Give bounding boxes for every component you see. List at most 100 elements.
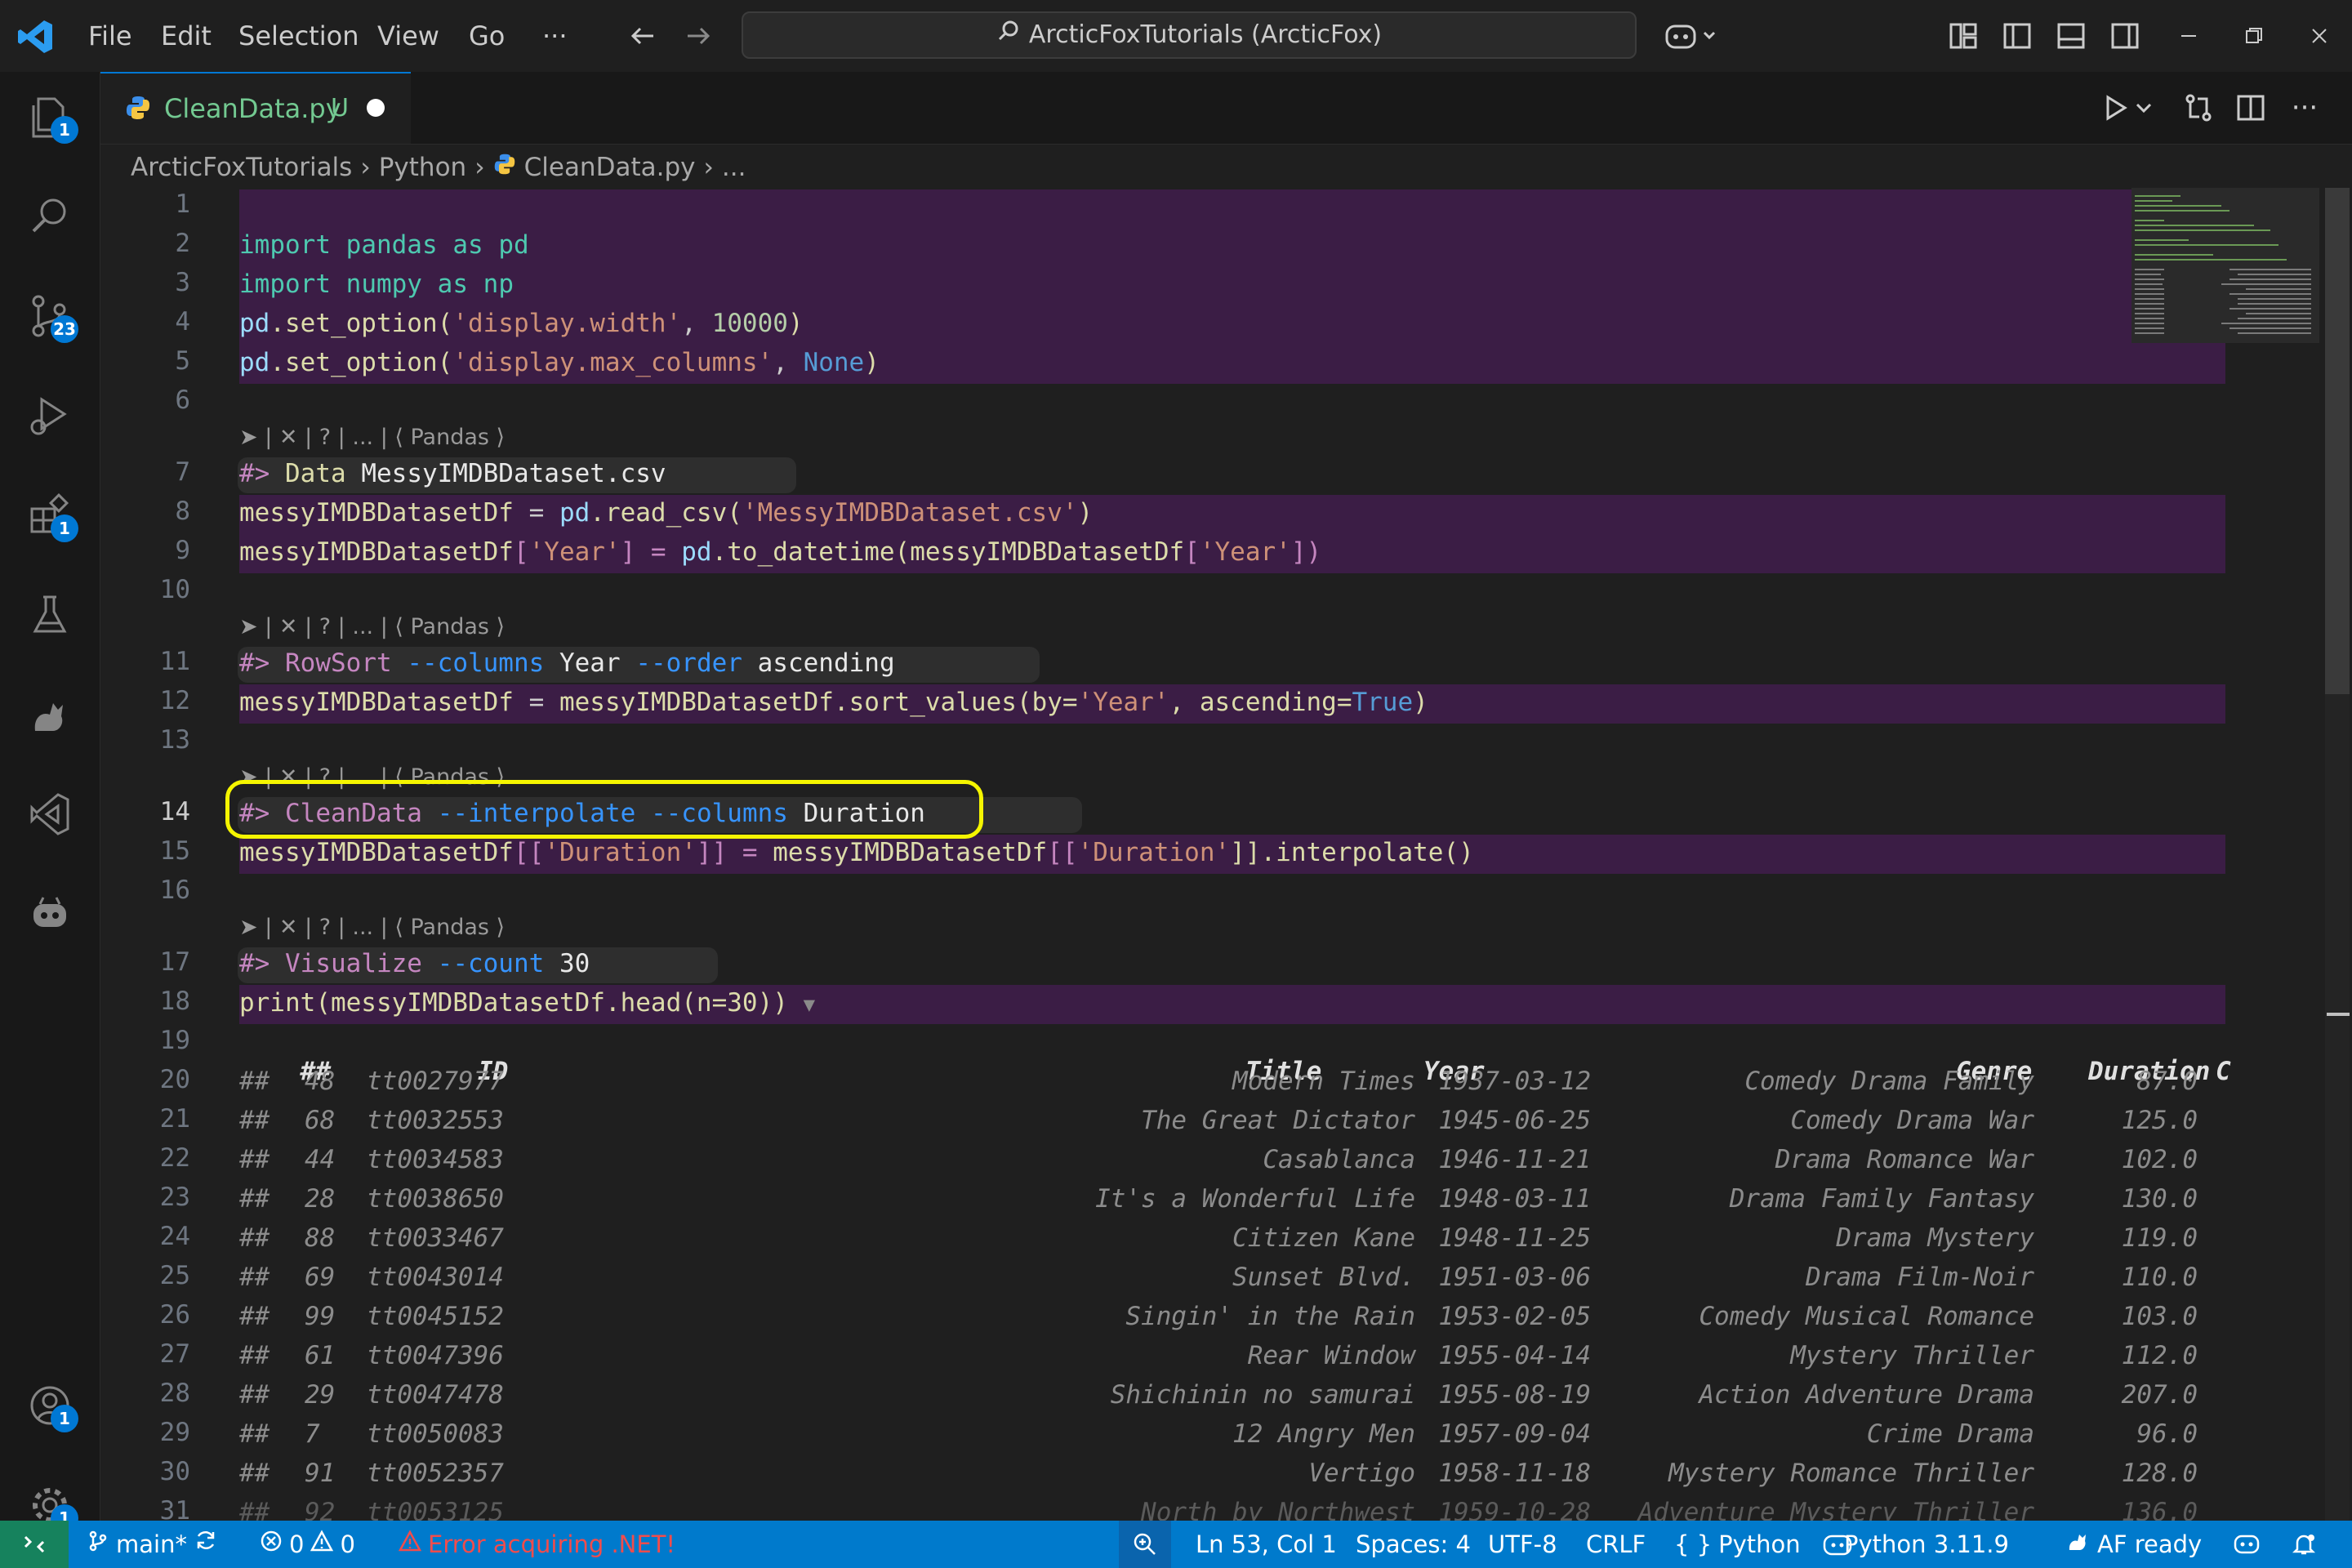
cell-year: 1951-03-06 <box>1438 1263 1591 1292</box>
copilot-menu-icon[interactable] <box>2233 1521 2261 1568</box>
table-cell: tt0053125 <box>367 1498 504 1521</box>
split-editor-icon[interactable] <box>2230 87 2272 129</box>
table-cell: tt0034583 <box>367 1145 504 1174</box>
problems-status[interactable]: 0 0 <box>260 1521 355 1568</box>
customize-layout-icon[interactable] <box>1942 15 1984 57</box>
sync-icon[interactable] <box>194 1521 218 1568</box>
command-center-search[interactable]: ArcticFoxTutorials (ArcticFox) <box>742 11 1637 59</box>
zoom-icon[interactable] <box>1119 1521 1171 1568</box>
warning-triangle-icon <box>398 1521 422 1568</box>
line-number: 20 <box>159 1065 190 1094</box>
encoding-status[interactable]: UTF-8 <box>1488 1521 1557 1568</box>
breadcrumb-folder[interactable]: ArcticFoxTutorials <box>131 147 352 188</box>
notifications-bell-icon[interactable] <box>2292 1521 2316 1568</box>
visual-studio-icon[interactable] <box>16 781 83 848</box>
toggle-primary-sidebar-icon[interactable] <box>1996 15 2038 57</box>
menu-go[interactable]: Go <box>469 0 505 72</box>
eol-status[interactable]: CRLF <box>1586 1521 1646 1568</box>
cell-genre: Comedy Drama Family <box>1744 1067 2034 1096</box>
line-number: 26 <box>159 1300 190 1330</box>
python-interpreter[interactable]: Python 3.11.9 <box>1844 1521 2009 1568</box>
unsaved-dot-icon[interactable] <box>367 99 385 117</box>
minimize-icon[interactable] <box>2167 15 2210 57</box>
minimap[interactable] <box>2132 188 2328 514</box>
table-cell: 28 <box>305 1184 336 1214</box>
line-number: 16 <box>159 875 190 905</box>
cell-genre: Action Adventure Drama <box>1699 1380 2034 1410</box>
menu-file[interactable]: File <box>88 0 132 72</box>
source-control-icon[interactable]: 23 <box>16 283 83 350</box>
code-line-18: print(messyIMDBDatasetDf.head(n=30)) ▼ <box>239 988 816 1018</box>
scrollbar-thumb[interactable] <box>2325 188 2350 694</box>
tab-cleandata-py[interactable]: CleanData.py U <box>100 72 411 144</box>
table-row: ## 69 tt0043014 Sunset Blvd. 1951-03-06 Drama… <box>239 1263 2225 1302</box>
back-arrow-icon[interactable] <box>622 15 665 57</box>
remote-indicator-icon[interactable] <box>0 1521 69 1568</box>
vertical-scrollbar[interactable] <box>2325 188 2350 1521</box>
cell-genre: Crime Drama <box>1866 1419 2034 1449</box>
extensions-icon[interactable]: 1 <box>16 482 83 549</box>
close-window-icon[interactable] <box>2298 15 2341 57</box>
menu-selection[interactable]: Selection <box>238 0 359 72</box>
table-cell: 48 <box>305 1067 336 1096</box>
cell-year: 1959-10-28 <box>1438 1498 1591 1521</box>
cell-year: 1953-02-05 <box>1438 1302 1591 1331</box>
testing-flask-icon[interactable] <box>16 581 83 648</box>
breadcrumb-file[interactable]: CleanData.py <box>524 147 696 188</box>
code-lens-pandas[interactable]: ➤ | ✕ | ? | ... | ⟨ Pandas ⟩ <box>239 425 505 450</box>
table-row: ## 28 tt0038650 It's a Wonderful Life 1948-0… <box>239 1184 2225 1223</box>
code-lens-pandas[interactable]: ➤ | ✕ | ? | ... | ⟨ Pandas ⟩ <box>239 915 505 940</box>
run-debug-icon[interactable] <box>16 382 83 449</box>
cell-duration: 112.0 <box>2121 1341 2198 1370</box>
indentation-status[interactable]: Spaces: 4 <box>1356 1521 1471 1568</box>
table-cell: ## <box>239 1184 270 1214</box>
fold-chevron-icon[interactable]: ▼ <box>804 993 815 1016</box>
line-number: 2 <box>175 229 190 258</box>
code-lens-pandas[interactable]: ➤ | ✕ | ? | ... | ⟨ Pandas ⟩ <box>239 614 505 639</box>
copilot-icon[interactable] <box>1659 15 1725 57</box>
menu-edit[interactable]: Edit <box>161 0 212 72</box>
more-actions-icon[interactable]: ··· <box>2283 87 2326 129</box>
explorer-icon[interactable]: 1 <box>16 83 83 150</box>
warning-icon <box>310 1521 334 1568</box>
code-line-4: pd.set_option('display.width', 10000) <box>239 309 804 338</box>
editor-tab-strip <box>100 72 2352 145</box>
search-view-icon[interactable] <box>16 183 83 250</box>
toggle-panel-icon[interactable] <box>2050 15 2092 57</box>
menu-view[interactable]: View <box>377 0 439 72</box>
line-number: 14 <box>159 797 190 826</box>
compare-changes-icon[interactable] <box>2177 87 2220 129</box>
accounts-icon[interactable]: 1 <box>16 1372 83 1439</box>
table-cell: 61 <box>305 1341 336 1370</box>
arcticfox-icon[interactable] <box>16 681 83 748</box>
breadcrumb-python-file-icon <box>493 147 516 188</box>
dotnet-error-status[interactable]: Error acquiring .NET! <box>398 1521 675 1568</box>
cell-duration: 125.0 <box>2121 1106 2198 1135</box>
cell-genre: Drama Family Fantasy <box>1729 1184 2034 1214</box>
code-line-2: import pandas as pd <box>239 230 529 260</box>
line-number: 3 <box>175 268 190 297</box>
accounts-badge: 1 <box>51 1405 78 1432</box>
copilot-chat-icon[interactable] <box>16 880 83 947</box>
line-number: 29 <box>159 1418 190 1447</box>
cell-genre: Comedy Musical Romance <box>1699 1302 2034 1331</box>
toggle-secondary-sidebar-icon[interactable] <box>2104 15 2146 57</box>
run-dropdown-chevron-icon[interactable] <box>2132 87 2156 129</box>
code-editor[interactable]: 1 2 3 4 5 6 7 8 9 10 11 12 13 14 15 16 17 18 19 20 21 22 23 24 2… <box>100 188 2352 1521</box>
language-mode[interactable]: { } Python <box>1674 1521 1801 1568</box>
run-python-file-icon[interactable] <box>2094 87 2136 129</box>
breadcrumb-subfolder[interactable]: Python <box>379 147 466 188</box>
menu-more[interactable]: ··· <box>542 0 568 72</box>
arcticfox-status[interactable]: AF ready <box>2066 1521 2202 1568</box>
breadcrumb-symbols[interactable]: ... <box>722 147 746 188</box>
cursor-position[interactable]: Ln 53, Col 1 <box>1196 1521 1337 1568</box>
cell-title: Modern Times <box>1232 1067 1415 1096</box>
cell-genre: Mystery Romance Thriller <box>1668 1459 2034 1488</box>
vscode-logo-icon <box>16 18 54 56</box>
table-cell: ## <box>239 1302 270 1331</box>
cell-year: 1955-08-19 <box>1438 1380 1591 1410</box>
git-branch-status[interactable]: main* <box>87 1521 218 1568</box>
restore-icon[interactable] <box>2233 15 2275 57</box>
forward-arrow-icon[interactable] <box>676 15 719 57</box>
table-cell: tt0033467 <box>367 1223 504 1253</box>
